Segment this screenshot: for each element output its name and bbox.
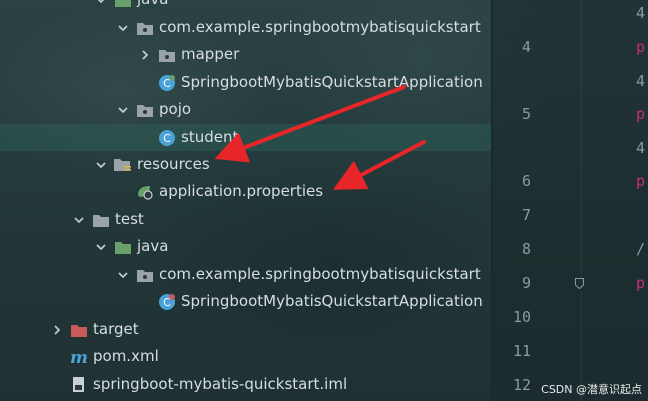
package-icon — [136, 101, 154, 119]
tree-item-label: com.example.springbootmybatisquickstart — [159, 265, 481, 283]
chevron-right-icon[interactable] — [136, 46, 154, 64]
tree-item-label: test — [115, 210, 144, 228]
tree-item-label: target — [93, 320, 139, 338]
line-number: 8 — [521, 240, 531, 258]
tree-item-label: com.example.springbootmybatisquickstart — [159, 18, 481, 36]
source-folder-icon — [114, 0, 132, 9]
line-number: 7 — [521, 206, 531, 224]
gutter-divider — [581, 0, 582, 401]
fold-marker-icon[interactable] — [575, 278, 584, 289]
line-number: 11 — [512, 342, 531, 360]
project-tree-panel[interactable]: java com.example.springbootmybatisquicks… — [0, 0, 491, 401]
tree-item-test[interactable]: test — [0, 206, 561, 233]
tree-item-label: springboot-mybatis-quickstart.iml — [93, 375, 348, 393]
chevron-down-icon[interactable] — [92, 156, 110, 174]
tree-item-label: mapper — [181, 45, 240, 63]
excluded-folder-icon — [70, 321, 88, 339]
chevron-right-icon[interactable] — [48, 321, 66, 339]
code-fragment: p — [636, 105, 646, 123]
maven-icon: m — [70, 348, 88, 366]
module-file-icon — [70, 376, 88, 394]
chevron-down-icon[interactable] — [114, 19, 132, 37]
line-number: 6 — [521, 172, 531, 190]
code-fragment: p — [636, 274, 646, 292]
tree-item-label: java — [137, 237, 169, 255]
package-icon — [158, 46, 176, 64]
package-icon — [136, 19, 154, 37]
code-fragment: / — [636, 240, 646, 258]
package-icon — [136, 266, 154, 284]
tree-item-label: pojo — [159, 100, 192, 118]
chevron-down-icon[interactable] — [92, 238, 110, 256]
code-fragment: 4 — [636, 139, 646, 157]
resources-folder-icon — [114, 156, 132, 174]
test-source-folder-icon — [114, 238, 132, 256]
tree-item-label: SpringbootMybatisQuickstartApplication — [181, 292, 483, 310]
tree-item-target[interactable]: target — [0, 316, 539, 343]
code-fragment: 4 — [636, 4, 646, 22]
folder-icon — [92, 211, 110, 229]
svg-text:m: m — [70, 348, 88, 366]
line-number: 4 — [521, 38, 531, 56]
svg-text:C: C — [163, 132, 171, 145]
tree-item-label: java — [137, 0, 168, 13]
code-fragment: p — [636, 172, 646, 190]
tree-item-label: SpringbootMybatisQuickstartApplication — [181, 73, 483, 91]
watermark: CSDN @潜意识起点 — [541, 383, 642, 396]
tree-item-label: pom.xml — [93, 347, 159, 365]
code-fragment: p — [636, 38, 646, 56]
line-number: 12 — [512, 376, 531, 394]
tree-item-label: resources — [137, 155, 210, 173]
code-fragment: 4 — [636, 72, 646, 90]
tree-item-iml[interactable]: springboot-mybatis-quickstart.iml — [0, 371, 561, 398]
tree-item-label: application.properties — [159, 182, 324, 200]
spring-boot-class-icon: C — [158, 74, 176, 92]
spring-properties-icon — [136, 183, 154, 201]
chevron-down-icon[interactable] — [114, 101, 132, 119]
line-number: 9 — [521, 274, 531, 292]
tree-item-label: student — [181, 128, 239, 146]
chevron-down-icon[interactable] — [92, 0, 110, 9]
editor-gutter — [493, 0, 648, 401]
chevron-down-icon[interactable] — [70, 211, 88, 229]
class-icon: C — [158, 129, 176, 147]
test-class-icon: C — [158, 293, 176, 311]
tree-item-pom-xml[interactable]: m pom.xml — [0, 343, 561, 370]
line-number: 5 — [521, 105, 531, 123]
chevron-down-icon[interactable] — [114, 266, 132, 284]
line-number: 10 — [512, 308, 531, 326]
